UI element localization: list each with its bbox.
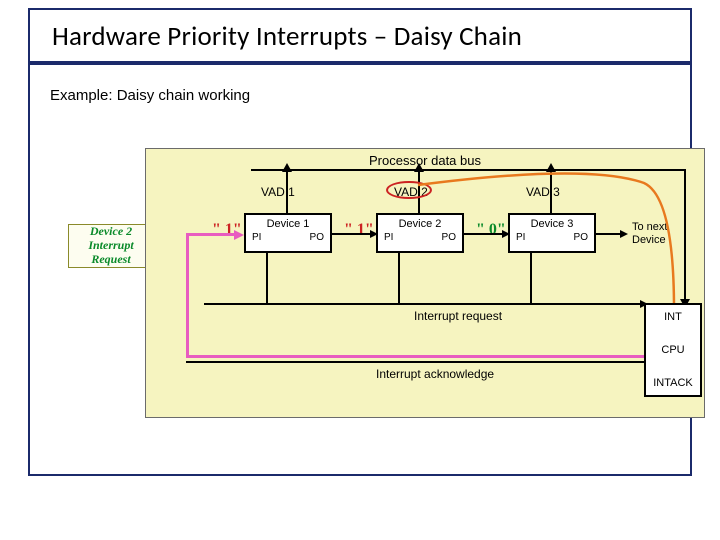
dev1-irq-stub	[266, 253, 268, 303]
irq-label: Interrupt request	[414, 309, 502, 323]
vad1-arrow-icon	[282, 163, 292, 172]
ack-highlight-arrow-icon	[234, 230, 244, 240]
bus-label: Processor data bus	[146, 153, 704, 168]
device-1-name: Device 1	[246, 218, 330, 230]
daisy-chain-diagram: Processor data bus VAD 1 VAD 2 VAD 3 Dev…	[145, 148, 705, 418]
slide-title: Hardware Priority Interrupts – Daisy Cha…	[52, 20, 668, 53]
ack-label: Interrupt acknowledge	[376, 367, 494, 381]
device-2-pi: PI	[384, 232, 393, 243]
ack-highlight-to-pi1	[186, 233, 240, 236]
device-1-po: PO	[310, 232, 324, 243]
po1-pi2-arrow-icon	[370, 230, 378, 238]
device-1-pi: PI	[252, 232, 261, 243]
callout-text: Device 2 Interrupt Request	[69, 225, 153, 266]
bus-to-cpu-wire	[684, 171, 686, 305]
ack-highlight-h	[186, 355, 646, 358]
device-1-box: Device 1 PI PO	[244, 213, 332, 253]
cpu-intack-label: INTACK	[648, 377, 698, 389]
cpu-label: CPU	[648, 344, 698, 356]
cpu-int-label: INT	[648, 311, 698, 323]
interrupt-ack-bus	[186, 361, 646, 363]
interrupt-request-callout: Device 2 Interrupt Request	[68, 224, 154, 268]
title-bar: Hardware Priority Interrupts – Daisy Cha…	[30, 10, 690, 65]
slide-frame: Hardware Priority Interrupts – Daisy Cha…	[28, 8, 692, 476]
vad2-to-int-path-icon	[418, 171, 678, 311]
example-caption: Example: Daisy chain working	[30, 65, 690, 104]
cpu-box: INT CPU INTACK	[644, 303, 702, 397]
ack-highlight-v	[186, 233, 189, 357]
dev2-irq-stub	[398, 253, 400, 303]
vad1-label: VAD 1	[261, 185, 295, 199]
